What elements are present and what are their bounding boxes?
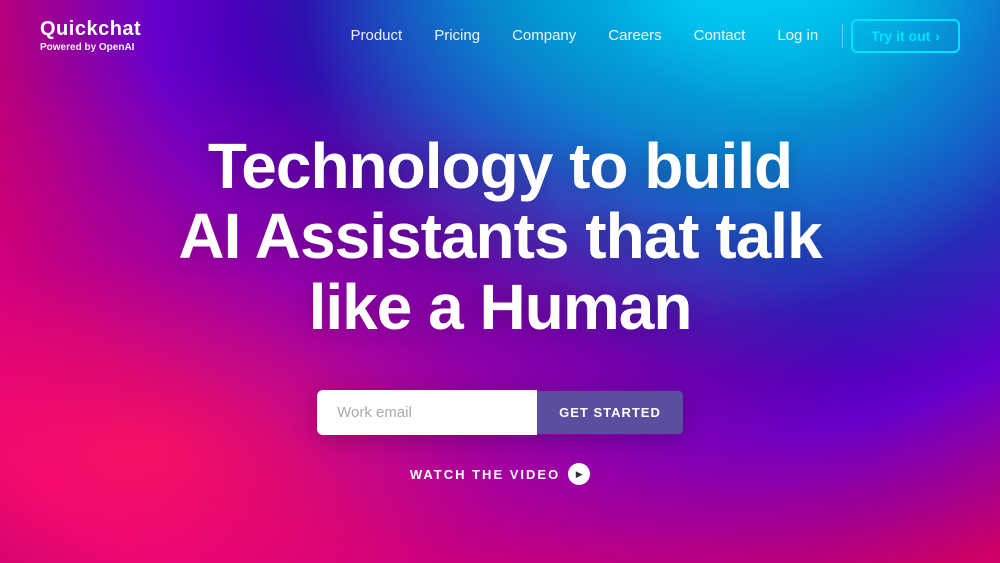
nav-contact[interactable]: Contact xyxy=(678,21,762,50)
nav-pricing[interactable]: Pricing xyxy=(418,21,496,50)
watch-video-label: WATCH THE VIDEO xyxy=(410,467,560,482)
logo-powered-by: Powered by OpenAI xyxy=(40,42,141,53)
nav-login[interactable]: Log in xyxy=(761,21,834,50)
hero-title-line3: like a Human xyxy=(309,271,692,343)
powered-by-prefix: Powered by xyxy=(40,42,99,53)
try-arrow-icon: › xyxy=(935,28,940,44)
nav-divider xyxy=(842,24,843,48)
nav-links: Product Pricing Company Careers Contact … xyxy=(335,19,961,53)
play-icon: ▶ xyxy=(568,463,590,485)
try-it-out-label: Try it out xyxy=(871,28,930,44)
nav-company[interactable]: Company xyxy=(496,21,592,50)
work-email-input[interactable] xyxy=(317,390,537,435)
hero-title-line1: Technology to build xyxy=(208,130,792,202)
nav-careers[interactable]: Careers xyxy=(592,21,677,50)
hero-title-line2: AI Assistants that talk xyxy=(178,200,821,272)
hero-section: Technology to build AI Assistants that t… xyxy=(0,71,1000,485)
hero-title: Technology to build AI Assistants that t… xyxy=(178,131,821,342)
logo-name: Quickchat xyxy=(40,18,141,41)
get-started-button[interactable]: GET STARTED xyxy=(537,391,683,434)
nav-product[interactable]: Product xyxy=(335,21,419,50)
powered-by-brand: OpenAI xyxy=(99,42,135,53)
navbar: Quickchat Powered by OpenAI Product Pric… xyxy=(0,0,1000,71)
logo: Quickchat Powered by OpenAI xyxy=(40,18,141,53)
email-form: GET STARTED xyxy=(317,390,683,435)
watch-video-link[interactable]: WATCH THE VIDEO ▶ xyxy=(410,463,590,485)
try-it-out-button[interactable]: Try it out › xyxy=(851,19,960,53)
